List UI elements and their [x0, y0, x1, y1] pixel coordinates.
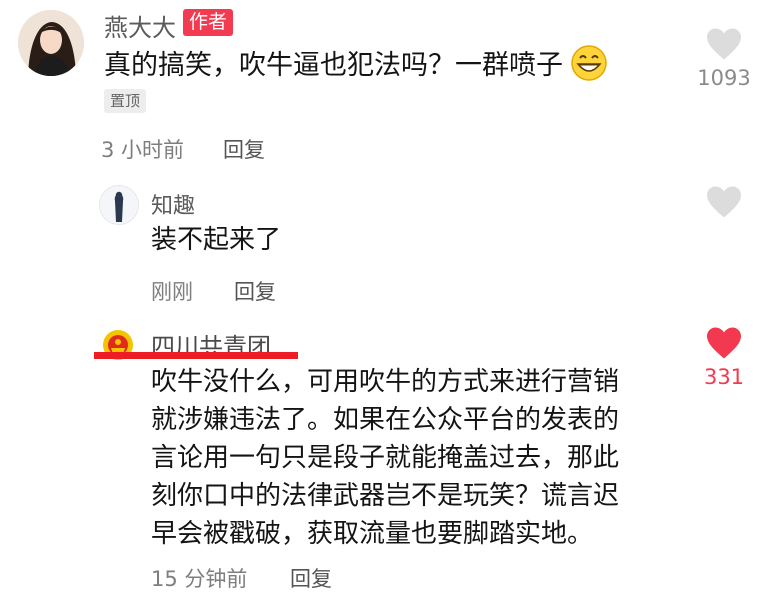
comment-text: 吹牛没什么，可用吹牛的方式来进行营销 就涉嫌违法了。如果在公众平台的发表的 言论…: [151, 367, 620, 549]
like-count: 1093: [697, 66, 751, 90]
heart-icon: [707, 327, 741, 359]
comment-username[interactable]: 知趣: [151, 188, 195, 220]
comment-timestamp: 刚刚: [151, 280, 193, 304]
comment-timestamp: 15 分钟前: [151, 567, 248, 591]
comment-username[interactable]: 燕大大: [104, 8, 176, 43]
pinned-badge: 置顶: [104, 89, 147, 113]
highlight-underline: [94, 352, 298, 359]
author-badge: 作者: [183, 9, 234, 36]
reply-button[interactable]: 回复: [223, 134, 265, 164]
grin-emoji-icon: [571, 45, 607, 81]
heart-icon: [707, 186, 741, 218]
heart-icon: [707, 28, 741, 60]
like-button[interactable]: [705, 185, 743, 223]
avatar[interactable]: [18, 10, 84, 76]
comment-text: 装不起来了: [151, 225, 282, 255]
reply-button[interactable]: 回复: [290, 563, 332, 593]
reply-button[interactable]: 回复: [234, 276, 276, 306]
comment-timestamp: 3 小时前: [101, 138, 185, 162]
comment-text: 真的搞笑，吹牛逼也犯法吗？一群喷子: [104, 44, 608, 86]
like-button[interactable]: [705, 27, 743, 65]
like-button[interactable]: [705, 326, 743, 364]
like-count: 331: [703, 365, 745, 389]
avatar[interactable]: [99, 185, 139, 225]
